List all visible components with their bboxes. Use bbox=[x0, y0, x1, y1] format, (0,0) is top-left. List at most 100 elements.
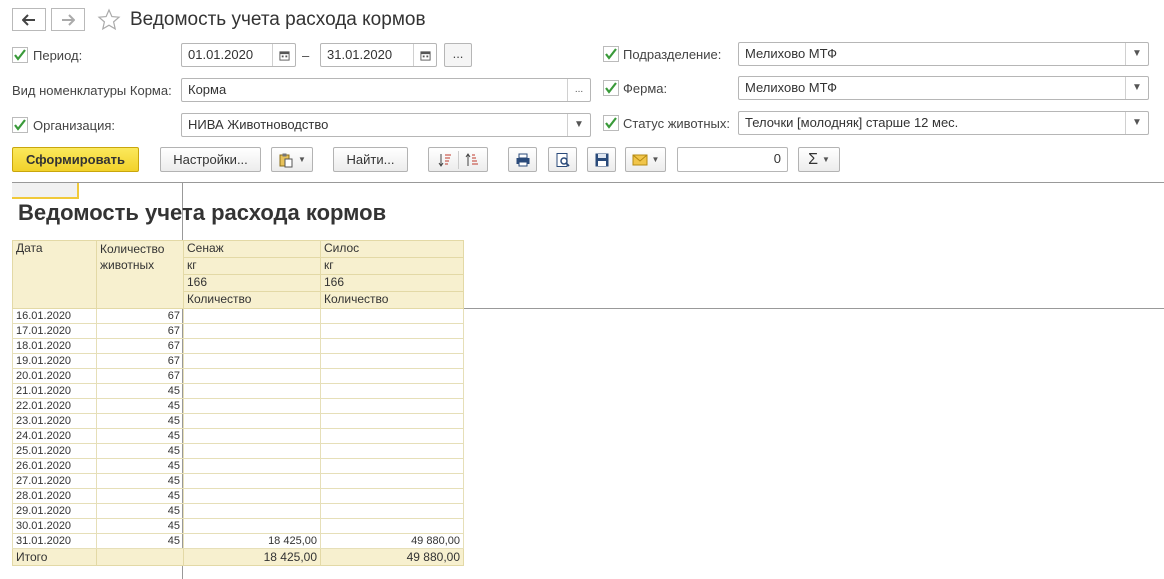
table-row: 30.01.2020 45 bbox=[12, 518, 464, 534]
table-row: 26.01.2020 45 bbox=[12, 458, 464, 474]
settings-button[interactable]: Настройки... bbox=[160, 147, 261, 172]
print-button[interactable] bbox=[508, 147, 537, 172]
cell-senazh bbox=[183, 383, 321, 399]
code-silos: 166 bbox=[320, 274, 464, 292]
sort-group[interactable] bbox=[428, 147, 488, 172]
calendar-icon[interactable] bbox=[413, 44, 436, 66]
send-mail-button[interactable]: ▼ bbox=[625, 147, 666, 172]
cell-silos bbox=[320, 308, 464, 324]
report-title: Ведомость учета расхода кормов bbox=[18, 200, 387, 225]
nomenclature-value: Корма bbox=[188, 82, 227, 97]
cell-count: 45 bbox=[96, 428, 184, 444]
cell-silos bbox=[320, 323, 464, 339]
report-top-border bbox=[12, 182, 1164, 183]
status-select[interactable]: Телочки [молодняк] старше 12 мес. ▼ bbox=[738, 111, 1149, 135]
unit-senazh: кг bbox=[183, 257, 321, 275]
cell-silos bbox=[320, 398, 464, 414]
cell-senazh: 18 425,00 bbox=[183, 533, 321, 549]
cell-senazh bbox=[183, 368, 321, 384]
cell-senazh bbox=[183, 413, 321, 429]
report-cell-cursor[interactable] bbox=[12, 183, 79, 199]
cell-senazh bbox=[183, 338, 321, 354]
calendar-icon[interactable] bbox=[272, 44, 295, 66]
forward-button[interactable] bbox=[51, 8, 85, 31]
print-icon bbox=[516, 153, 529, 166]
cell-silos: 49 880,00 bbox=[320, 533, 464, 549]
farm-checkbox[interactable] bbox=[603, 80, 619, 96]
period-from-input[interactable]: 01.01.2020 bbox=[181, 43, 296, 67]
period-to-value: 31.01.2020 bbox=[327, 47, 393, 62]
select-dots-button[interactable]: ... bbox=[567, 79, 590, 101]
cell-senazh bbox=[183, 398, 321, 414]
status-value: Телочки [молодняк] старше 12 мес. bbox=[745, 115, 959, 130]
dropdown-icon[interactable]: ▼ bbox=[1125, 43, 1148, 65]
preview-button[interactable] bbox=[548, 147, 577, 172]
paste-menu-button[interactable]: ▼ bbox=[271, 147, 313, 172]
mail-icon bbox=[632, 154, 648, 165]
period-select-button[interactable]: ... bbox=[444, 43, 472, 67]
cell-silos bbox=[320, 368, 464, 384]
sort-desc-icon[interactable] bbox=[437, 152, 453, 168]
nomenclature-label: Вид номенклатуры Корма: bbox=[12, 83, 172, 98]
star-icon[interactable] bbox=[97, 8, 121, 32]
sum-button[interactable]: Σ ▼ bbox=[798, 147, 840, 172]
org-checkbox[interactable] bbox=[12, 117, 28, 133]
cell-senazh bbox=[183, 443, 321, 459]
back-arrow-icon bbox=[22, 13, 35, 26]
table-row: 16.01.2020 67 bbox=[12, 308, 464, 324]
period-to-input[interactable]: 31.01.2020 bbox=[320, 43, 437, 67]
table-row: 22.01.2020 45 bbox=[12, 398, 464, 414]
period-checkbox[interactable] bbox=[12, 47, 28, 63]
period-dash: – bbox=[302, 48, 310, 63]
dropdown-icon[interactable]: ▼ bbox=[1125, 112, 1148, 134]
status-checkbox[interactable] bbox=[603, 115, 619, 131]
total-row: Итого 18 425,00 49 880,00 bbox=[12, 548, 464, 566]
cell-date: 21.01.2020 bbox=[12, 383, 97, 399]
back-button[interactable] bbox=[12, 8, 46, 31]
cell-count: 67 bbox=[96, 338, 184, 354]
cell-date: 19.01.2020 bbox=[12, 353, 97, 369]
chevron-down-icon: ▼ bbox=[651, 155, 660, 164]
cell-date: 20.01.2020 bbox=[12, 368, 97, 384]
amount-field[interactable]: 0 bbox=[677, 147, 788, 172]
col-header-count: Количество животных bbox=[96, 240, 184, 309]
division-select[interactable]: Мелихово МТФ ▼ bbox=[738, 42, 1149, 66]
cell-count: 45 bbox=[96, 458, 184, 474]
cell-silos bbox=[320, 413, 464, 429]
period-from-value: 01.01.2020 bbox=[188, 47, 254, 62]
total-label: Итого bbox=[12, 548, 97, 566]
cell-date: 27.01.2020 bbox=[12, 473, 97, 489]
forward-arrow-icon bbox=[62, 13, 75, 26]
table-row: 31.01.2020 45 18 425,00 49 880,00 bbox=[12, 533, 464, 549]
generate-button[interactable]: Сформировать bbox=[12, 147, 139, 172]
cell-silos bbox=[320, 443, 464, 459]
sort-asc-icon[interactable] bbox=[464, 152, 480, 168]
farm-label: Ферма: bbox=[623, 81, 668, 96]
nomenclature-input[interactable]: Корма ... bbox=[181, 78, 591, 102]
total-senazh: 18 425,00 bbox=[183, 548, 321, 566]
status-label: Статус животных: bbox=[623, 116, 730, 131]
unit-silos: кг bbox=[320, 257, 464, 275]
cell-date: 25.01.2020 bbox=[12, 443, 97, 459]
find-button[interactable]: Найти... bbox=[333, 147, 408, 172]
table-row: 18.01.2020 67 bbox=[12, 338, 464, 354]
col-header-senazh: Сенаж bbox=[183, 240, 321, 258]
page-title: Ведомость учета расхода кормов bbox=[130, 9, 426, 30]
save-button[interactable] bbox=[587, 147, 616, 172]
cell-senazh bbox=[183, 518, 321, 534]
table-row: 25.01.2020 45 bbox=[12, 443, 464, 459]
cell-date: 29.01.2020 bbox=[12, 503, 97, 519]
division-checkbox[interactable] bbox=[603, 46, 619, 62]
dropdown-icon[interactable]: ▼ bbox=[1125, 77, 1148, 99]
cell-date: 26.01.2020 bbox=[12, 458, 97, 474]
farm-select[interactable]: Мелихово МТФ ▼ bbox=[738, 76, 1149, 100]
col-header-date: Дата bbox=[12, 240, 97, 309]
cell-count: 45 bbox=[96, 473, 184, 489]
qty-silos: Количество bbox=[320, 291, 464, 309]
dropdown-icon[interactable]: ▼ bbox=[567, 114, 590, 136]
org-select[interactable]: НИВА Животноводство ▼ bbox=[181, 113, 591, 137]
cell-date: 23.01.2020 bbox=[12, 413, 97, 429]
qty-senazh: Количество bbox=[183, 291, 321, 309]
clipboard-icon bbox=[279, 153, 293, 167]
cell-senazh bbox=[183, 458, 321, 474]
